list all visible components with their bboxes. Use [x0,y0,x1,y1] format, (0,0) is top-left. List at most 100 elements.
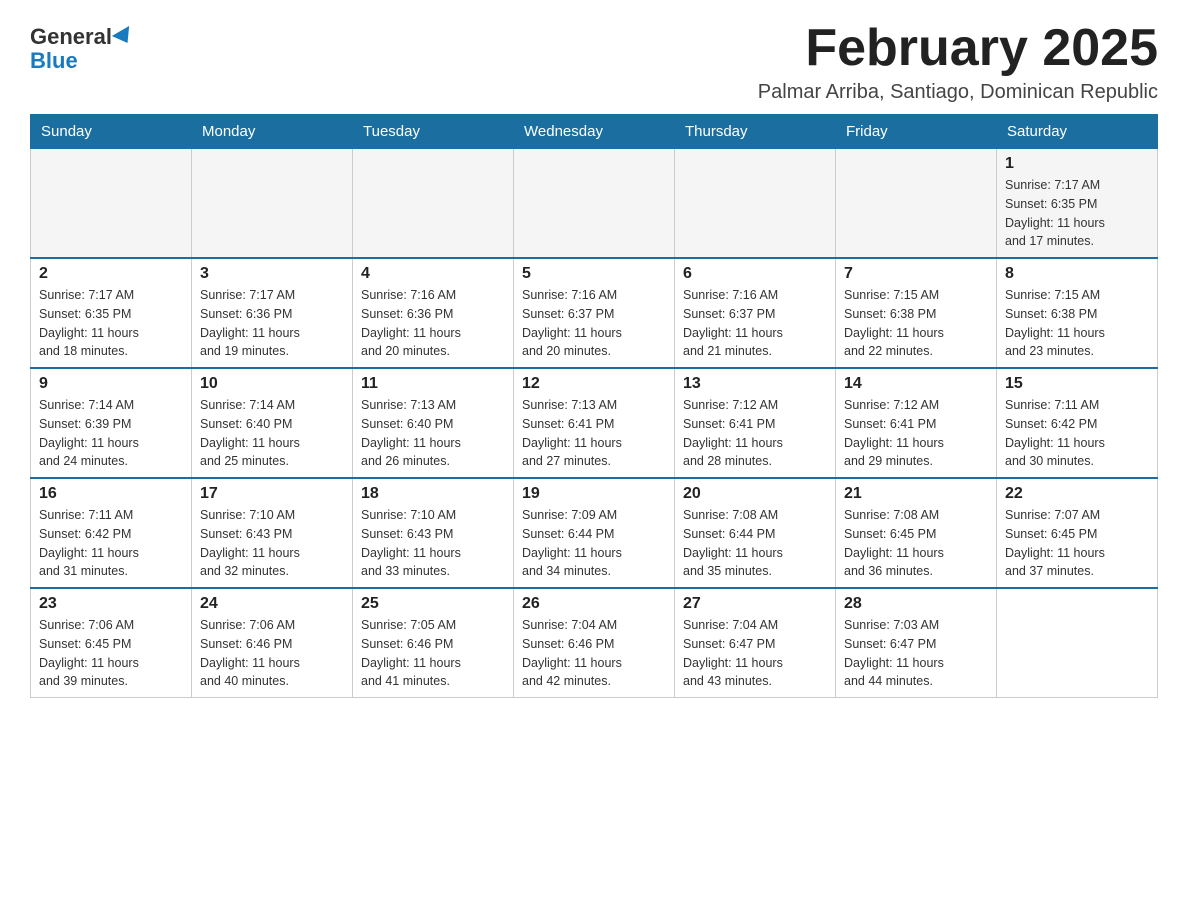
day-number: 19 [522,485,666,503]
day-number: 11 [361,375,505,393]
day-info: Sunrise: 7:14 AMSunset: 6:40 PMDaylight:… [200,396,344,471]
day-number: 4 [361,265,505,283]
calendar-week-row: 9 Sunrise: 7:14 AMSunset: 6:39 PMDaylight… [31,368,1158,478]
day-info: Sunrise: 7:14 AMSunset: 6:39 PMDaylight:… [39,396,183,471]
day-number: 5 [522,265,666,283]
calendar-day-cell [353,149,514,259]
calendar-week-row: 23 Sunrise: 7:06 AMSunset: 6:45 PMDayligh… [31,588,1158,698]
calendar-day-cell: 28 Sunrise: 7:03 AMSunset: 6:47 PMDayligh… [836,588,997,698]
day-info: Sunrise: 7:15 AMSunset: 6:38 PMDaylight:… [1005,286,1149,361]
calendar-day-cell: 17Sunrise: 7:10 AMSunset: 6:43 PMDayligh… [192,478,353,588]
day-info: Sunrise: 7:13 AMSunset: 6:41 PMDaylight:… [522,396,666,471]
weekday-header-saturday: Saturday [997,115,1158,149]
calendar-day-cell: 13 Sunrise: 7:12 AMSunset: 6:41 PMDayligh… [675,368,836,478]
calendar-day-cell: 16Sunrise: 7:11 AMSunset: 6:42 PMDayligh… [31,478,192,588]
day-info: Sunrise: 7:13 AMSunset: 6:40 PMDaylight:… [361,396,505,471]
day-info: Sunrise: 7:05 AMSunset: 6:46 PMDaylight:… [361,616,505,691]
calendar-title: February 2025 [758,20,1158,77]
logo-blue-text: Blue [30,49,78,73]
day-info: Sunrise: 7:04 AMSunset: 6:46 PMDaylight:… [522,616,666,691]
calendar-day-cell: 11 Sunrise: 7:13 AMSunset: 6:40 PMDayligh… [353,368,514,478]
day-info: Sunrise: 7:12 AMSunset: 6:41 PMDaylight:… [844,396,988,471]
calendar-day-cell: 5 Sunrise: 7:16 AMSunset: 6:37 PMDaylight… [514,258,675,368]
calendar-day-cell: 19 Sunrise: 7:09 AMSunset: 6:44 PMDayligh… [514,478,675,588]
title-area: February 2025 Palmar Arriba, Santiago, D… [758,20,1158,104]
day-info: Sunrise: 7:16 AMSunset: 6:36 PMDaylight:… [361,286,505,361]
calendar-day-cell: 6 Sunrise: 7:16 AMSunset: 6:37 PMDaylight… [675,258,836,368]
calendar-week-row: 16Sunrise: 7:11 AMSunset: 6:42 PMDayligh… [31,478,1158,588]
day-number: 15 [1005,375,1149,393]
calendar-day-cell: 12 Sunrise: 7:13 AMSunset: 6:41 PMDayligh… [514,368,675,478]
day-number: 28 [844,595,988,613]
calendar-week-row: 2 Sunrise: 7:17 AMSunset: 6:35 PMDaylight… [31,258,1158,368]
day-number: 3 [200,265,344,283]
day-info: Sunrise: 7:08 AMSunset: 6:45 PMDaylight:… [844,506,988,581]
calendar-day-cell [31,149,192,259]
day-number: 7 [844,265,988,283]
day-number: 2 [39,265,183,283]
calendar-day-cell [514,149,675,259]
calendar-day-cell [997,588,1158,698]
day-number: 14 [844,375,988,393]
day-number: 8 [1005,265,1149,283]
day-number: 16 [39,485,183,503]
calendar-day-cell: 14 Sunrise: 7:12 AMSunset: 6:41 PMDayligh… [836,368,997,478]
day-number: 26 [522,595,666,613]
day-info: Sunrise: 7:17 AMSunset: 6:35 PMDaylight:… [1005,176,1149,251]
calendar-day-cell: 3 Sunrise: 7:17 AMSunset: 6:36 PMDaylight… [192,258,353,368]
day-number: 10 [200,375,344,393]
day-info: Sunrise: 7:11 AMSunset: 6:42 PMDaylight:… [1005,396,1149,471]
header: General Blue February 2025 Palmar Arriba… [30,20,1158,104]
weekday-header-tuesday: Tuesday [353,115,514,149]
day-info: Sunrise: 7:06 AMSunset: 6:46 PMDaylight:… [200,616,344,691]
calendar-subtitle: Palmar Arriba, Santiago, Dominican Repub… [758,81,1158,104]
day-number: 27 [683,595,827,613]
weekday-header-thursday: Thursday [675,115,836,149]
calendar-day-cell: 8 Sunrise: 7:15 AMSunset: 6:38 PMDaylight… [997,258,1158,368]
day-info: Sunrise: 7:07 AMSunset: 6:45 PMDaylight:… [1005,506,1149,581]
day-number: 18 [361,485,505,503]
day-number: 20 [683,485,827,503]
logo: General Blue [30,20,134,73]
calendar-day-cell: 18 Sunrise: 7:10 AMSunset: 6:43 PMDayligh… [353,478,514,588]
day-info: Sunrise: 7:16 AMSunset: 6:37 PMDaylight:… [522,286,666,361]
day-info: Sunrise: 7:12 AMSunset: 6:41 PMDaylight:… [683,396,827,471]
day-number: 21 [844,485,988,503]
day-number: 12 [522,375,666,393]
calendar-day-cell [192,149,353,259]
day-info: Sunrise: 7:10 AMSunset: 6:43 PMDaylight:… [361,506,505,581]
day-number: 1 [1005,155,1149,173]
day-info: Sunrise: 7:15 AMSunset: 6:38 PMDaylight:… [844,286,988,361]
calendar-day-cell: 9 Sunrise: 7:14 AMSunset: 6:39 PMDaylight… [31,368,192,478]
calendar-day-cell: 26 Sunrise: 7:04 AMSunset: 6:46 PMDayligh… [514,588,675,698]
day-info: Sunrise: 7:03 AMSunset: 6:47 PMDaylight:… [844,616,988,691]
day-number: 9 [39,375,183,393]
day-number: 23 [39,595,183,613]
weekday-header-friday: Friday [836,115,997,149]
calendar-day-cell: 7 Sunrise: 7:15 AMSunset: 6:38 PMDaylight… [836,258,997,368]
calendar-day-cell: 23 Sunrise: 7:06 AMSunset: 6:45 PMDayligh… [31,588,192,698]
calendar-day-cell [836,149,997,259]
day-number: 6 [683,265,827,283]
day-info: Sunrise: 7:16 AMSunset: 6:37 PMDaylight:… [683,286,827,361]
calendar-table: SundayMondayTuesdayWednesdayThursdayFrid… [30,114,1158,698]
logo-flag-icon [112,26,136,48]
calendar-day-cell: 24 Sunrise: 7:06 AMSunset: 6:46 PMDayligh… [192,588,353,698]
weekday-header-wednesday: Wednesday [514,115,675,149]
day-info: Sunrise: 7:09 AMSunset: 6:44 PMDaylight:… [522,506,666,581]
calendar-day-cell: 22Sunrise: 7:07 AMSunset: 6:45 PMDayligh… [997,478,1158,588]
weekday-header-monday: Monday [192,115,353,149]
day-number: 13 [683,375,827,393]
day-info: Sunrise: 7:10 AMSunset: 6:43 PMDaylight:… [200,506,344,581]
calendar-day-cell: 25 Sunrise: 7:05 AMSunset: 6:46 PMDayligh… [353,588,514,698]
day-number: 24 [200,595,344,613]
calendar-day-cell: 1 Sunrise: 7:17 AMSunset: 6:35 PMDaylight… [997,149,1158,259]
calendar-day-cell: 20Sunrise: 7:08 AMSunset: 6:44 PMDayligh… [675,478,836,588]
calendar-day-cell: 27Sunrise: 7:04 AMSunset: 6:47 PMDayligh… [675,588,836,698]
day-info: Sunrise: 7:17 AMSunset: 6:35 PMDaylight:… [39,286,183,361]
day-number: 25 [361,595,505,613]
day-info: Sunrise: 7:17 AMSunset: 6:36 PMDaylight:… [200,286,344,361]
weekday-header-sunday: Sunday [31,115,192,149]
day-info: Sunrise: 7:06 AMSunset: 6:45 PMDaylight:… [39,616,183,691]
calendar-day-cell: 2 Sunrise: 7:17 AMSunset: 6:35 PMDaylight… [31,258,192,368]
